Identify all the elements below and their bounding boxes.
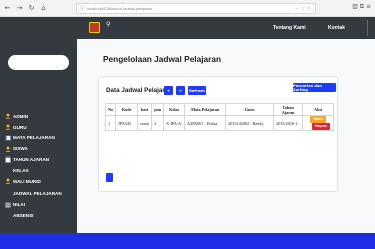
sidebar-item-label: GURU <box>13 124 27 130</box>
cell-hari: senin <box>137 115 153 131</box>
sidebar-item-tahun-ajaran[interactable]: TAHUN AJARAN <box>4 154 76 165</box>
cell-tahun-ajaran: 2015/2016-1 <box>273 115 304 131</box>
url-text[interactable]: localhost/SIMonitor/Jadwal-pelajaran <box>87 6 152 11</box>
sidebar-item-label: TAHUN AJARAN <box>13 157 49 163</box>
sidebar-item-absensi[interactable]: ABSENSI <box>4 210 76 221</box>
col-header-kode: Kode <box>115 103 139 116</box>
sidebar-item-label: NILAI <box>13 202 25 208</box>
top-navbar: ⚲ Tentang Kami Kontak <box>77 17 375 39</box>
add-button[interactable]: + <box>164 86 173 95</box>
person-icon <box>4 124 11 131</box>
pagination-button[interactable] <box>106 173 113 182</box>
cell-no: 1 <box>104 115 117 131</box>
book-icon <box>4 134 11 141</box>
sidebar-item-siswa[interactable]: SISWA <box>4 143 76 154</box>
col-header-jam: jam <box>151 103 165 116</box>
col-header-hari: hari <box>137 103 153 116</box>
page-title: Pengelolaan Jadwal Pelajaran <box>103 54 222 64</box>
sidebar-item-admin[interactable]: ADMIN <box>4 111 76 122</box>
person-icon <box>4 178 11 185</box>
sidebar-item-label: JADWAL PELAJARAN <box>13 191 62 197</box>
home-icon[interactable]: ⌂ <box>38 3 49 14</box>
col-header-tahun-ajaran: Tahun Ajaran <box>273 103 304 116</box>
sidebar-item-label: MATA PELAJARAN <box>13 135 55 141</box>
sidebar-menu: ADMIN GURU MATA PELAJARAN SISWA TAHUN AJ… <box>4 111 76 221</box>
list-icon <box>4 201 11 208</box>
person-icon <box>4 113 11 120</box>
col-header-no: No <box>104 103 117 116</box>
sidebar-item-mata-pelajaran[interactable]: MATA PELAJARAN <box>4 133 76 144</box>
col-header-kelas: Kelas <box>163 103 186 116</box>
nav-link-kontak[interactable]: Kontak <box>328 25 345 31</box>
page-info-icon[interactable]: ⓘ <box>80 5 85 12</box>
sidebar-search-input[interactable] <box>8 55 69 70</box>
delete-button[interactable]: Hapus <box>312 123 331 130</box>
table-row: 1 JPA345 senin 2 X-IPA-A A2PA001 - Fisik… <box>104 115 334 131</box>
cell-guru: 2015143002 - Rendy <box>225 115 275 131</box>
main-content: Pengelolaan Jadwal Pelajaran Data Jadwal… <box>77 39 375 233</box>
browser-tools[interactable]: ▥ ⧉ ≡ <box>352 3 371 11</box>
bottom-bar <box>0 233 375 249</box>
schedule-card: Data Jadwal Pelajaran + + Refresh Pencar… <box>98 76 338 192</box>
sidebar-item-wali-murid[interactable]: WALI MURID <box>4 176 76 187</box>
school-logo[interactable] <box>89 22 100 33</box>
sidebar-item-label: ADMIN <box>13 113 29 119</box>
add-alt-button[interactable]: + <box>176 86 185 95</box>
cell-kode: JPA345 <box>115 115 139 131</box>
forward-icon[interactable]: → <box>14 3 25 14</box>
refresh-button[interactable]: Refresh <box>188 86 206 95</box>
sidebar-item-guru[interactable]: GURU <box>4 122 76 133</box>
sidebar-item-nilai[interactable]: NILAI <box>4 199 76 210</box>
card-title: Data Jadwal Pelajaran <box>106 87 173 94</box>
cell-aksi: Ubah Hapus <box>302 115 334 131</box>
cell-mata-pelajaran: A2PA001 - Fisika <box>184 115 227 131</box>
nav-link-tentang-kami[interactable]: Tentang Kami <box>273 25 306 31</box>
col-header-aksi: Aksi <box>302 103 334 116</box>
cell-jam: 2 <box>151 115 165 131</box>
search-sort-button[interactable]: Pencarian dan Sorting <box>293 83 336 92</box>
col-header-guru: Guru <box>225 103 275 116</box>
reload-icon[interactable]: ↻ <box>26 3 37 14</box>
browser-nav: ← → ↻ ⌂ <box>2 3 76 14</box>
person-icon <box>4 145 11 152</box>
table-header-row: No Kode hari jam Kelas Mata Pelajaran Gu… <box>104 103 334 116</box>
sidebar-item-label: WALI MURID <box>13 178 41 184</box>
calendar-icon <box>4 156 11 163</box>
address-bar[interactable]: ⓘ localhost/SIMonitor/Jadwal-pelajaran ⋯… <box>76 3 316 14</box>
cell-kelas: X-IPA-A <box>163 115 186 131</box>
back-icon[interactable]: ← <box>2 3 13 14</box>
sidebar: ADMIN GURU MATA PELAJARAN SISWA TAHUN AJ… <box>0 17 77 249</box>
edit-button[interactable]: Ubah <box>310 116 326 123</box>
sidebar-item-label: SISWA <box>13 146 28 152</box>
browser-toolbar: ← → ↻ ⌂ ⓘ localhost/SIMonitor/Jadwal-pel… <box>0 0 375 17</box>
sidebar-item-kelas[interactable]: KELAS <box>4 165 76 176</box>
bookmark-icon[interactable]: ⋯ ☆ ☆ <box>294 6 311 12</box>
navbar-divider <box>367 20 375 36</box>
schedule-table: No Kode hari jam Kelas Mata Pelajaran Gu… <box>104 103 334 131</box>
sidebar-item-label: KELAS <box>13 167 29 173</box>
search-icon[interactable]: ⚲ <box>106 21 110 28</box>
sidebar-item-jadwal-pelajaran[interactable]: JADWAL PELAJARAN <box>4 189 76 200</box>
col-header-mata-pelajaran: Mata Pelajaran <box>184 103 227 116</box>
sidebar-item-label: ABSENSI <box>13 213 34 219</box>
